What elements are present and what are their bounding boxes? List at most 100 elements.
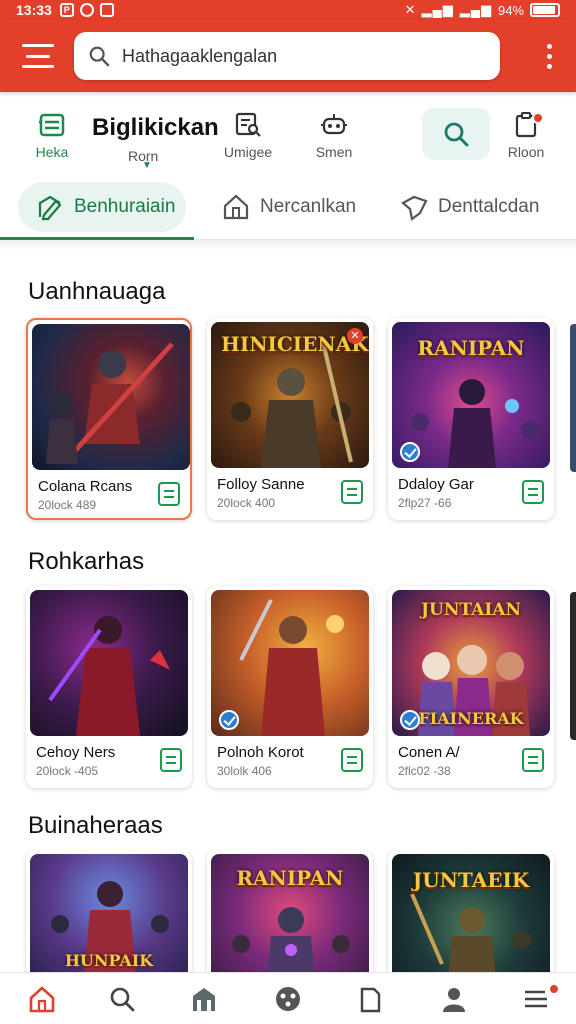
store-icon[interactable] (158, 482, 180, 506)
nav-store[interactable] (184, 981, 224, 1017)
more-vert-icon[interactable] (539, 38, 560, 75)
nav-menu[interactable] (516, 981, 560, 1017)
app-bar (0, 20, 576, 92)
robot-icon (321, 114, 347, 135)
quick-nav-item-heka[interactable]: Heka (12, 104, 92, 160)
nav-search[interactable] (102, 981, 142, 1017)
game-thumbnail (211, 590, 369, 736)
tab-label: Nercanlkan (260, 196, 357, 217)
nav-profile[interactable] (434, 981, 474, 1017)
game-card[interactable]: Cehoy Ners 20lock -405 (26, 586, 192, 788)
quick-nav-label: Rloon (507, 144, 545, 160)
battery-text: 94% (497, 2, 524, 18)
game-card[interactable]: Polnoh Korot 30lolk 406 (207, 586, 373, 788)
game-subtitle: 20lock 400 (217, 496, 276, 510)
game-row: Colana Rcans 20lock 489 HINICIENAK ✕ Fol… (0, 318, 576, 528)
game-card[interactable]: HUNPAIK (26, 850, 192, 972)
quick-nav-item-rorn[interactable]: Rorn ▼ (128, 148, 158, 171)
game-thumbnail: RANIPAN (392, 322, 550, 468)
quick-nav-item-rloon[interactable]: Rloon (486, 104, 566, 160)
game-card[interactable]: Colana Rcans 20lock 489 (26, 318, 192, 520)
close-icon[interactable]: ✕ (347, 328, 363, 344)
game-title: Polnoh Korot (217, 744, 304, 761)
search-box[interactable] (74, 32, 500, 80)
game-thumbnail: RANIPAN (211, 854, 369, 972)
tab-bar: Benhuraiain Nercanlkan Denttalcdan (0, 178, 576, 240)
bottom-nav (0, 972, 576, 1024)
profile-icon (443, 988, 465, 1012)
nav-home[interactable] (22, 981, 62, 1017)
game-title: Colana Rcans (38, 478, 133, 495)
store-icon (193, 988, 215, 1011)
game-subtitle: 30lolk 406 (217, 764, 272, 778)
game-row: HUNPAIK RANIPAN JUNTAEIK (0, 850, 576, 972)
nav-games[interactable] (268, 981, 308, 1017)
game-card[interactable]: HINICIENAK ✕ Folloy Sanne 20lock 400 (207, 318, 373, 520)
game-thumbnail: HUNPAIK (30, 854, 188, 972)
quick-nav-item-umigee[interactable]: Umigee (208, 104, 288, 160)
tab-benhuraiain[interactable]: Benhuraiain (18, 182, 186, 232)
store-icon[interactable] (522, 480, 544, 504)
game-thumbnail (30, 590, 188, 736)
tab-label: Denttalcdan (438, 196, 540, 217)
game-subtitle: 2flc02 -38 (398, 764, 451, 778)
chevron-down-icon: ▼ (142, 160, 152, 171)
sync-icon (79, 3, 94, 17)
store-icon[interactable] (341, 748, 363, 772)
game-card[interactable]: JUNTAEIK (388, 850, 554, 972)
game-thumbnail: JUNTAEIK (392, 854, 550, 972)
game-title: Conen A/ (398, 744, 460, 761)
game-art-title: JUNTAIAN (421, 600, 521, 620)
game-subtitle: 2flp27 -66 (398, 496, 452, 510)
battery-icon (530, 3, 560, 17)
search-icon (110, 987, 135, 1012)
signal-icon: ▂▄▆ (421, 2, 454, 17)
game-card[interactable]: JUNTAIAN FIAINERAK Conen A/ 2flc02 -38 (388, 586, 554, 788)
divider (0, 240, 576, 250)
status-bar: 13:33 P ✕ ▂▄▆ ▂▄▆ 94% (0, 0, 576, 20)
game-thumbnail: JUNTAIAN FIAINERAK (392, 590, 550, 736)
status-time: 13:33 (16, 2, 52, 18)
menu-icon (525, 990, 547, 1008)
list-icon (39, 113, 65, 137)
nav-library[interactable] (350, 981, 390, 1017)
tab-nercanlkan[interactable]: Nercanlkan (222, 182, 356, 232)
quick-nav: Heka Biglikickan Rorn ▼ Umigee Smen Rloo… (0, 104, 576, 171)
game-art-title: RANIPAN (236, 866, 344, 890)
check-icon (400, 710, 420, 730)
tab-label: Benhuraiain (74, 196, 176, 217)
check-icon (219, 710, 239, 730)
hamburger-icon[interactable] (22, 44, 54, 68)
game-subtitle: 20lock 489 (38, 498, 97, 512)
gamepad-icon (276, 987, 300, 1011)
store-icon[interactable] (341, 480, 363, 504)
store-icon[interactable] (522, 748, 544, 772)
quick-nav-label: Umigee (223, 144, 273, 160)
game-card[interactable]: RANIPAN Ddaloy Gar 2flp27 -66 (388, 318, 554, 520)
quick-nav-search-button[interactable] (422, 108, 490, 160)
quick-nav-label: Smen (315, 144, 353, 160)
store-icon[interactable] (160, 748, 182, 772)
notification-badge (532, 112, 544, 124)
game-art-title: HUNPAIK (64, 951, 154, 970)
mute-icon: ✕ (404, 2, 416, 17)
section-title: Rohkarhas (28, 548, 145, 575)
edit-icon (38, 195, 62, 221)
game-row: Cehoy Ners 20lock -405 Polnoh Korot 30lo… (0, 586, 576, 796)
notification-icon: P (59, 3, 74, 17)
quick-nav-label: Heka (35, 144, 69, 160)
next-card-peek (570, 324, 576, 472)
search-input[interactable] (122, 45, 482, 67)
notification-badge (548, 983, 560, 995)
game-art-title: HINICIENAK (221, 332, 369, 356)
search-icon (89, 46, 110, 67)
tag-icon (401, 195, 428, 221)
quick-nav-item-smen[interactable]: Smen (294, 104, 374, 160)
tab-denttalcdan[interactable]: Denttalcdan (400, 182, 539, 232)
home-icon (223, 194, 249, 220)
signal-icon-2: ▂▄▆ (459, 2, 492, 17)
game-card[interactable]: RANIPAN (207, 850, 373, 972)
app-brand-title: Biglikickan (92, 114, 219, 141)
game-title: Folloy Sanne (217, 476, 305, 493)
game-subtitle: 20lock -405 (36, 764, 99, 778)
